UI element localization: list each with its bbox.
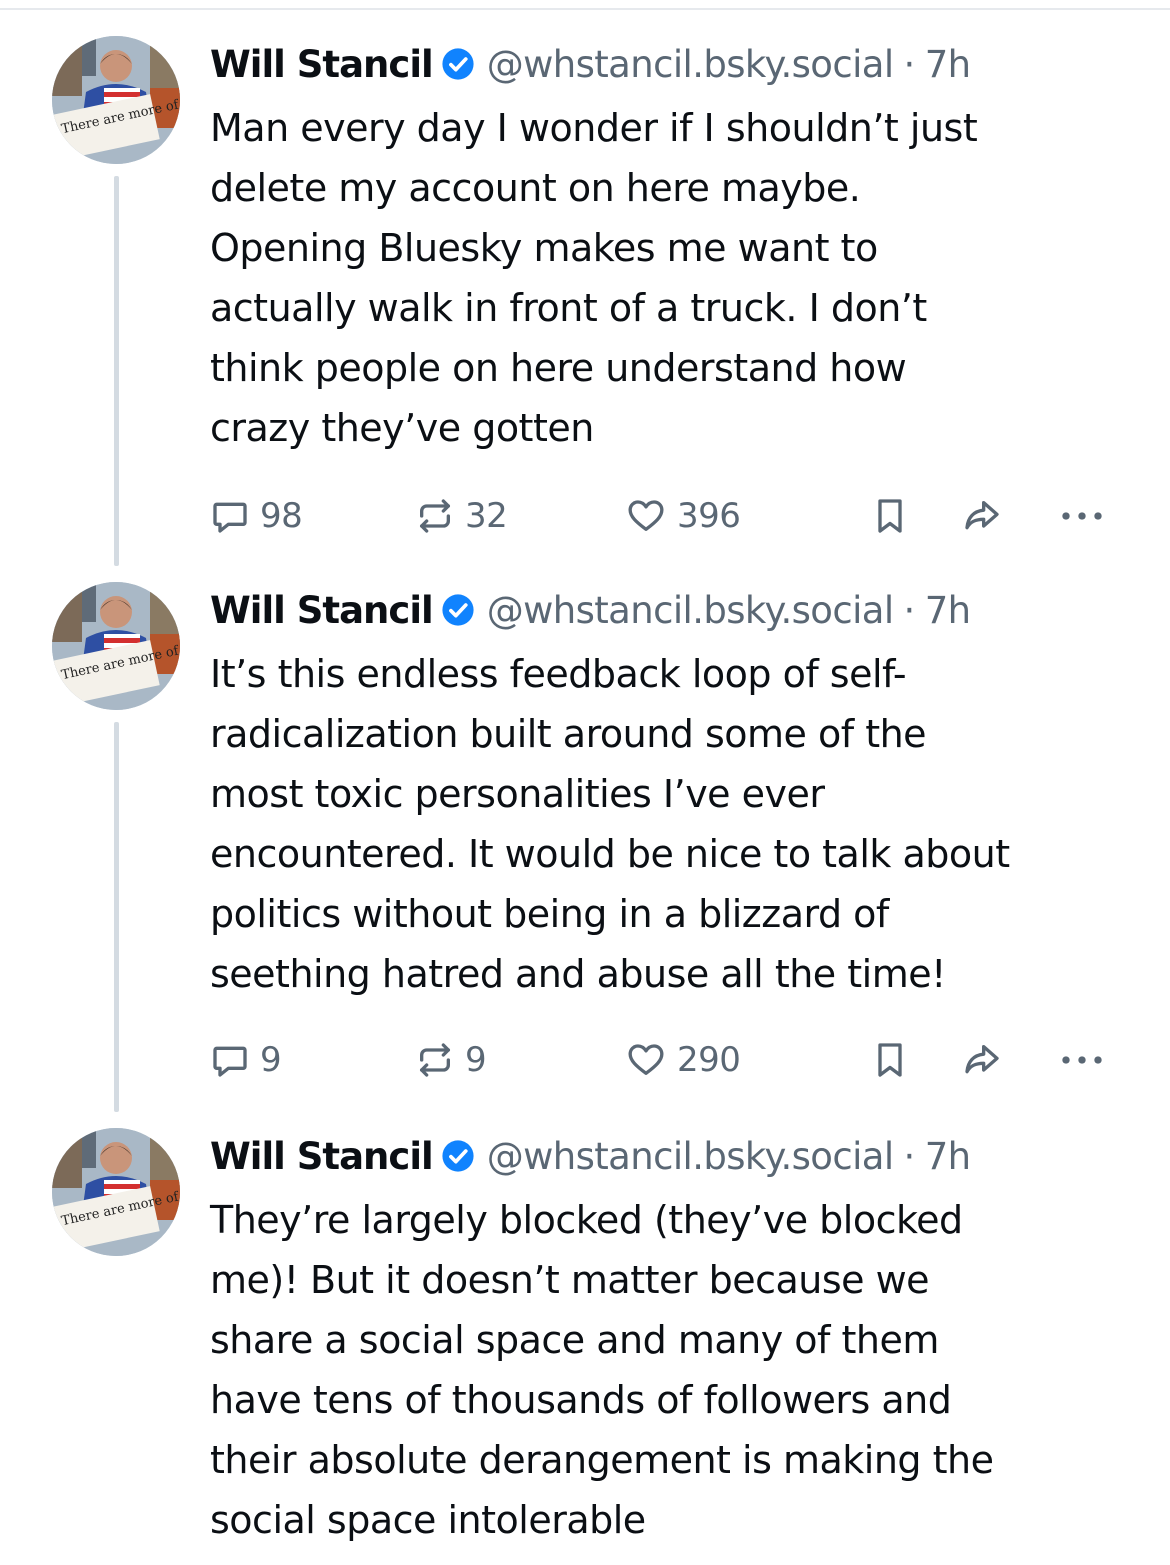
more-dots-icon bbox=[1062, 1056, 1102, 1064]
repost-arrows-icon bbox=[420, 499, 450, 533]
reply-bubble-icon bbox=[213, 1046, 247, 1077]
timestamp[interactable]: 7h bbox=[925, 1135, 971, 1178]
avatar-image: There are more of us than them bbox=[52, 1128, 180, 1256]
like-count: 290 bbox=[677, 1040, 741, 1080]
post-2[interactable]: There are more of us than them Will Stan… bbox=[0, 582, 1170, 1122]
thread-line bbox=[114, 176, 119, 566]
post-header: Will Stancil @whstancil.bsky.social · 7h bbox=[210, 582, 971, 638]
top-divider bbox=[0, 8, 1170, 10]
reply-bubble-icon bbox=[213, 502, 247, 533]
separator-dot: · bbox=[903, 42, 916, 86]
bookmark-button[interactable] bbox=[870, 1034, 910, 1086]
handle[interactable]: @whstancil.bsky.social bbox=[487, 589, 894, 632]
repost-button[interactable]: 9 bbox=[415, 1034, 487, 1086]
reply-button[interactable]: 9 bbox=[210, 1034, 282, 1086]
action-bar: 9 9 290 bbox=[210, 1034, 1120, 1086]
more-dots-icon bbox=[1062, 512, 1102, 520]
reply-count: 98 bbox=[260, 496, 303, 536]
verified-check-icon[interactable] bbox=[441, 593, 475, 627]
display-name[interactable]: Will Stancil bbox=[210, 43, 434, 86]
post-header: Will Stancil @whstancil.bsky.social · 7h bbox=[210, 1128, 971, 1184]
like-button[interactable]: 396 bbox=[625, 490, 741, 542]
post-1[interactable]: There are more of us than them Will Stan… bbox=[0, 36, 1170, 576]
post-text: They’re largely blocked (they’ve blocked… bbox=[210, 1198, 994, 1542]
handle[interactable]: @whstancil.bsky.social bbox=[487, 43, 894, 86]
share-button[interactable] bbox=[960, 1034, 1004, 1086]
timestamp[interactable]: 7h bbox=[925, 589, 971, 632]
handle[interactable]: @whstancil.bsky.social bbox=[487, 1135, 894, 1178]
more-options-button[interactable] bbox=[1058, 1034, 1106, 1086]
share-button[interactable] bbox=[960, 490, 1004, 542]
action-bar: 98 32 396 bbox=[210, 490, 1120, 542]
like-count: 396 bbox=[677, 496, 741, 536]
bookmark-button[interactable] bbox=[870, 490, 910, 542]
avatar[interactable]: There are more of us than them bbox=[52, 1128, 180, 1256]
repost-arrows-icon bbox=[420, 1043, 450, 1077]
share-arrow-icon bbox=[965, 501, 999, 530]
avatar[interactable]: There are more of us than them bbox=[52, 582, 180, 710]
post-text: Man every day I wonder if I shouldn’t ju… bbox=[210, 106, 978, 450]
verified-check-icon[interactable] bbox=[441, 47, 475, 81]
heart-icon bbox=[628, 1044, 664, 1075]
post-text: It’s this endless feedback loop of self-… bbox=[210, 652, 1010, 996]
like-button[interactable]: 290 bbox=[625, 1034, 741, 1086]
thread-line bbox=[114, 722, 119, 1112]
separator-dot: · bbox=[903, 588, 916, 632]
separator-dot: · bbox=[903, 1134, 916, 1178]
reply-count: 9 bbox=[260, 1040, 282, 1080]
display-name[interactable]: Will Stancil bbox=[210, 589, 434, 632]
post-3[interactable]: There are more of us than them Will Stan… bbox=[0, 1128, 1170, 1565]
heart-icon bbox=[628, 500, 664, 531]
reply-button[interactable]: 98 bbox=[210, 490, 303, 542]
more-options-button[interactable] bbox=[1058, 490, 1106, 542]
repost-count: 9 bbox=[465, 1040, 487, 1080]
bookmark-icon bbox=[878, 1043, 902, 1077]
timestamp[interactable]: 7h bbox=[925, 43, 971, 86]
verified-check-icon[interactable] bbox=[441, 1139, 475, 1173]
post-header: Will Stancil @whstancil.bsky.social · 7h bbox=[210, 36, 971, 92]
share-arrow-icon bbox=[965, 1045, 999, 1074]
repost-count: 32 bbox=[465, 496, 508, 536]
avatar-image: There are more of us than them bbox=[52, 582, 180, 710]
display-name[interactable]: Will Stancil bbox=[210, 1135, 434, 1178]
avatar[interactable]: There are more of us than them bbox=[52, 36, 180, 164]
bookmark-icon bbox=[878, 499, 902, 533]
repost-button[interactable]: 32 bbox=[415, 490, 508, 542]
avatar-image: There are more of us than them bbox=[52, 36, 180, 164]
